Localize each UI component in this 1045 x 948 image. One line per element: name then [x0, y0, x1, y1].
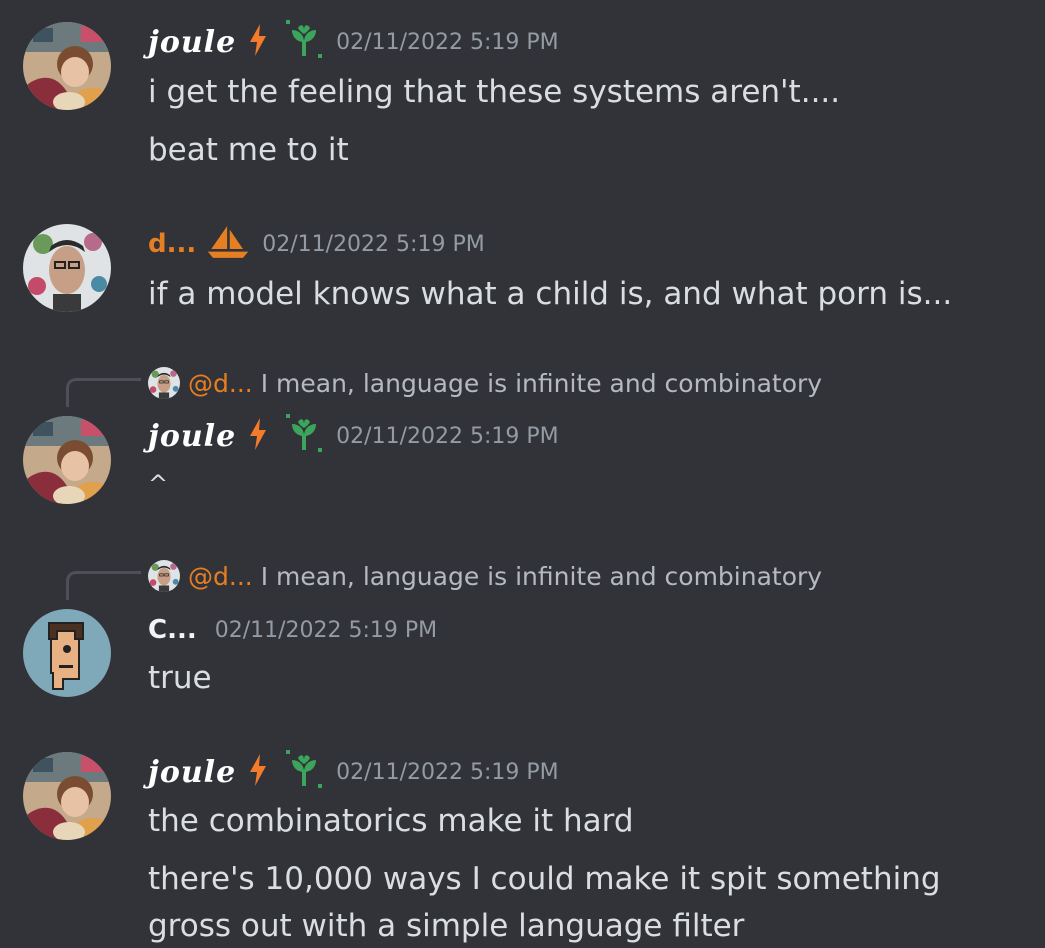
lightning-icon — [248, 754, 268, 790]
sailboat-icon — [206, 224, 250, 264]
message-text: true — [148, 660, 212, 696]
sprout-badge-icon[interactable] — [284, 414, 324, 458]
message-text: i get the feeling that these systems are… — [148, 74, 841, 110]
reply-mention[interactable]: @d... — [188, 369, 253, 398]
message-header: d... 02/11/2022 5:19 PM — [148, 222, 485, 266]
reply-connector — [66, 571, 141, 600]
timestamp[interactable]: 02/11/2022 5:19 PM — [336, 760, 558, 785]
lightning-icon — [248, 418, 268, 454]
author-name[interactable]: joule — [148, 755, 236, 790]
message-header: joule 02/11/2022 5:19 PM — [148, 20, 559, 64]
timestamp[interactable]: 02/11/2022 5:19 PM — [215, 618, 437, 643]
timestamp[interactable]: 02/11/2022 5:19 PM — [336, 424, 558, 449]
avatar[interactable] — [23, 752, 111, 840]
message-text: there's 10,000 ways I could make it spit… — [148, 861, 941, 897]
author-name[interactable]: joule — [148, 25, 236, 60]
message-header: joule 02/11/2022 5:19 PM — [148, 414, 559, 458]
author-name[interactable]: joule — [148, 419, 236, 454]
message-header: joule 02/11/2022 5:19 PM — [148, 750, 559, 794]
message-header: C... 02/11/2022 5:19 PM — [148, 608, 437, 652]
reply-preview[interactable]: @d... I mean, language is infinite and c… — [148, 559, 822, 593]
reply-text[interactable]: I mean, language is infinite and combina… — [261, 369, 822, 398]
message-text: ^ — [148, 470, 169, 498]
avatar[interactable] — [23, 22, 111, 110]
sprout-badge-icon[interactable] — [284, 20, 324, 64]
message-text: if a model knows what a child is, and wh… — [148, 276, 953, 312]
avatar[interactable] — [23, 416, 111, 504]
avatar[interactable] — [23, 609, 111, 697]
author-name[interactable]: C... — [148, 615, 197, 645]
sprout-badge-icon[interactable] — [284, 750, 324, 794]
message-text: beat me to it — [148, 132, 349, 168]
reply-avatar — [148, 560, 180, 592]
author-name[interactable]: d... — [148, 229, 196, 259]
avatar[interactable] — [23, 224, 111, 312]
lightning-icon — [248, 24, 268, 60]
reply-text[interactable]: I mean, language is infinite and combina… — [261, 562, 822, 591]
reply-connector — [66, 378, 141, 407]
reply-mention[interactable]: @d... — [188, 562, 253, 591]
timestamp[interactable]: 02/11/2022 5:19 PM — [336, 30, 558, 55]
message-text: gross out with a simple language filter — [148, 908, 745, 944]
message-text: the combinatorics make it hard — [148, 803, 634, 839]
timestamp[interactable]: 02/11/2022 5:19 PM — [262, 232, 484, 257]
reply-avatar — [148, 367, 180, 399]
reply-preview[interactable]: @d... I mean, language is infinite and c… — [148, 366, 822, 400]
